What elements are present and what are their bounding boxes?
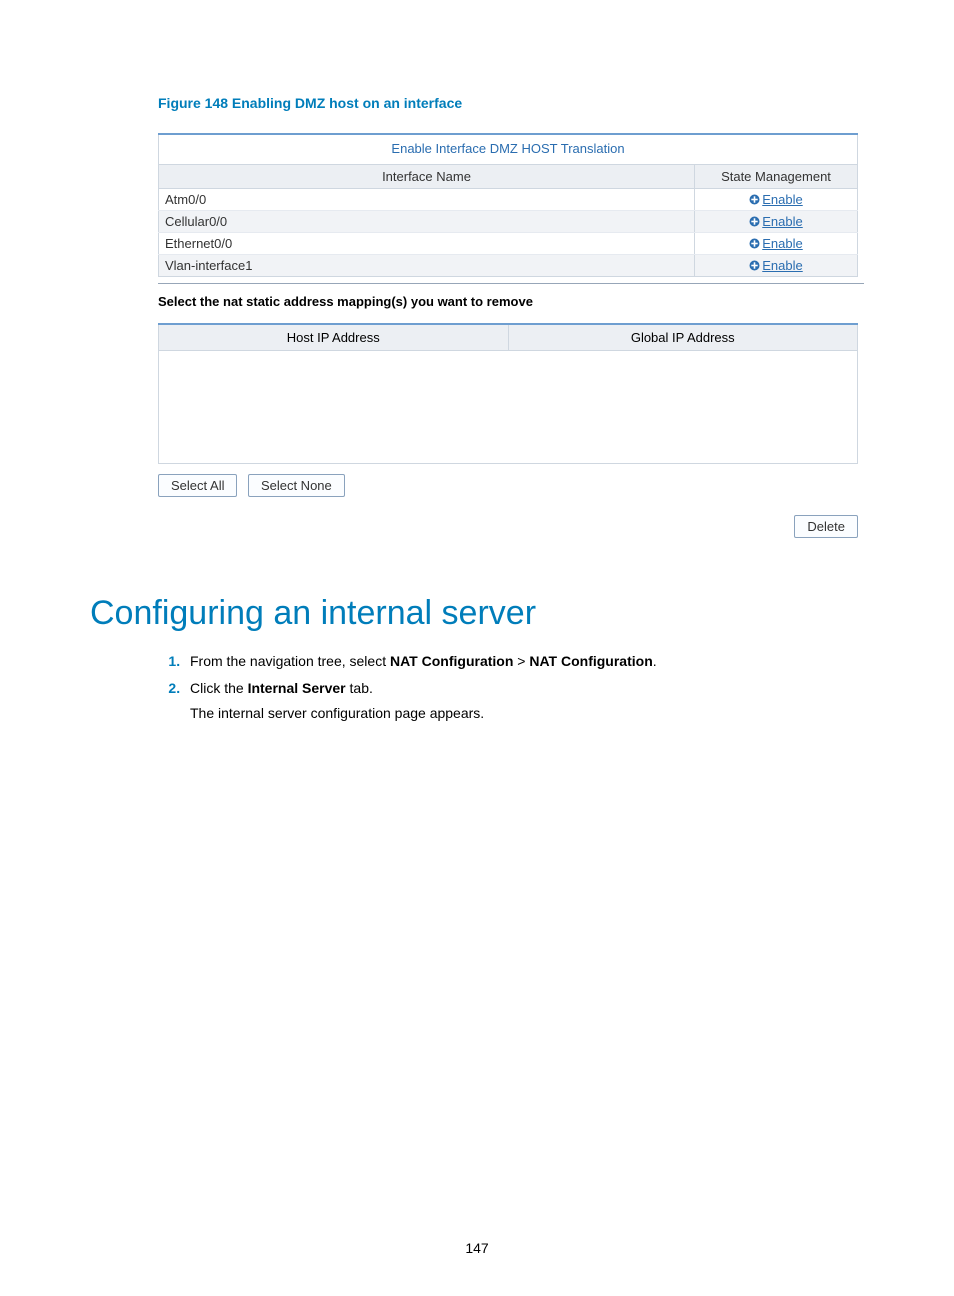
plus-icon xyxy=(749,216,760,227)
step-text: Click the xyxy=(190,680,248,696)
interface-name: Cellular0/0 xyxy=(159,211,695,233)
col-state-management: State Management xyxy=(695,165,858,189)
step-text: . xyxy=(653,653,657,669)
step-text: tab. xyxy=(346,680,373,696)
interface-name: Vlan-interface1 xyxy=(159,255,695,277)
enable-link[interactable]: Enable xyxy=(762,214,802,229)
plus-icon xyxy=(749,194,760,205)
plus-icon xyxy=(749,238,760,249)
nav-path-part: NAT Configuration xyxy=(390,653,513,669)
dmz-figure: Enable Interface DMZ HOST Translation In… xyxy=(158,133,858,277)
plus-icon xyxy=(749,260,760,271)
tab-name: Internal Server xyxy=(248,680,346,696)
step-result: The internal server configuration page a… xyxy=(190,703,864,724)
col-host-ip: Host IP Address xyxy=(159,324,509,351)
mapping-table: Host IP Address Global IP Address xyxy=(158,323,858,464)
select-none-button[interactable]: Select None xyxy=(248,474,345,497)
delete-button[interactable]: Delete xyxy=(794,515,858,538)
steps-list: From the navigation tree, select NAT Con… xyxy=(158,651,864,724)
remove-mapping-title: Select the nat static address mapping(s)… xyxy=(158,294,864,309)
interface-name: Atm0/0 xyxy=(159,189,695,211)
enable-link[interactable]: Enable xyxy=(762,192,802,207)
nav-path-part: NAT Configuration xyxy=(529,653,652,669)
step-text: > xyxy=(513,653,529,669)
divider xyxy=(158,283,864,284)
enable-link[interactable]: Enable xyxy=(762,258,802,273)
col-global-ip: Global IP Address xyxy=(508,324,858,351)
dmz-table-title: Enable Interface DMZ HOST Translation xyxy=(159,134,858,165)
dmz-interface-table: Enable Interface DMZ HOST Translation In… xyxy=(158,133,858,277)
enable-link[interactable]: Enable xyxy=(762,236,802,251)
figure-caption: Figure 148 Enabling DMZ host on an inter… xyxy=(158,95,864,111)
interface-name: Ethernet0/0 xyxy=(159,233,695,255)
section-heading: Configuring an internal server xyxy=(90,594,864,633)
selection-buttons: Select All Select None xyxy=(158,474,858,497)
step-text: From the navigation tree, select xyxy=(190,653,390,669)
select-all-button[interactable]: Select All xyxy=(158,474,237,497)
step-1: From the navigation tree, select NAT Con… xyxy=(184,651,864,672)
col-interface-name: Interface Name xyxy=(159,165,695,189)
step-2: Click the Internal Server tab. The inter… xyxy=(184,678,864,724)
page-number: 147 xyxy=(0,1240,954,1256)
mapping-table-body xyxy=(159,351,858,464)
